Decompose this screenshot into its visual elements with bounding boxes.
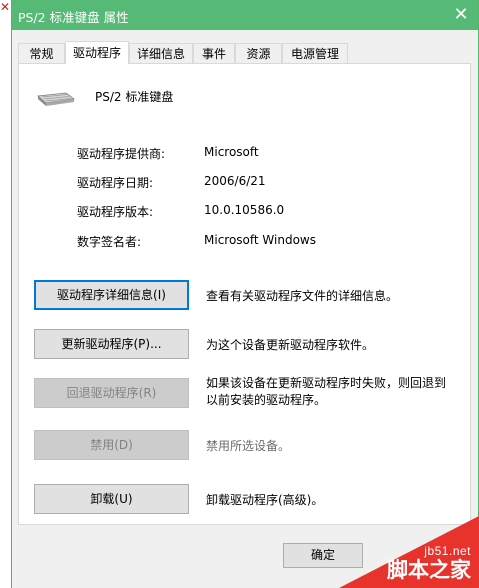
tab-power-management[interactable]: 电源管理 [282,43,348,63]
rollback-driver-button: 回退驱动程序(R) [34,378,189,408]
window-title: PS/2 标准键盘 属性 [18,10,129,25]
date-value: 2006/6/21 [204,174,266,188]
tab-events[interactable]: 事件 [193,43,235,63]
version-value: 10.0.10586.0 [204,203,285,217]
title-bar[interactable]: PS/2 标准键盘 属性 ✕ [12,0,478,30]
tab-general[interactable]: 常规 [18,43,65,63]
tab-resources[interactable]: 资源 [235,43,282,63]
close-icon: ✕ [453,4,469,25]
background-close-icon: ✕ [0,0,11,14]
close-button[interactable]: ✕ [444,0,478,30]
properties-dialog: PS/2 标准键盘 属性 ✕ 常规 驱动程序 详细信息 事件 资源 电源管理 P… [11,0,479,588]
update-driver-description: 为这个设备更新驱动程序软件。 [206,338,375,352]
driver-details-button[interactable]: 驱动程序详细信息(I) [34,280,189,310]
signer-label: 数字签名者: [77,235,142,249]
driver-tab-panel: PS/2 标准键盘 驱动程序提供商: Microsoft 驱动程序日期: 200… [18,63,471,525]
site-watermark: jb51.net 脚本之家 [339,516,479,588]
keyboard-icon [37,92,76,106]
tab-details[interactable]: 详细信息 [129,43,193,63]
tab-driver[interactable]: 驱动程序 [65,41,129,64]
version-label: 驱动程序版本: [77,205,154,219]
rollback-driver-description: 如果该设备在更新驱动程序时失败，则回退到 以前安装的驱动程序。 [206,375,446,409]
device-name: PS/2 标准键盘 [95,90,174,104]
uninstall-driver-description: 卸载驱动程序(高级)。 [206,493,324,507]
update-driver-button[interactable]: 更新驱动程序(P)... [34,329,189,359]
provider-value: Microsoft [204,145,259,159]
rollback-description-line1: 如果该设备在更新驱动程序时失败，则回退到 [206,376,447,390]
disable-device-description: 禁用所选设备。 [206,439,291,453]
provider-label: 驱动程序提供商: [77,147,166,161]
driver-details-description: 查看有关驱动程序文件的详细信息。 [206,289,399,303]
uninstall-driver-button[interactable]: 卸载(U) [34,484,189,514]
signer-value: Microsoft Windows [204,233,316,247]
watermark-name: 脚本之家 [387,558,471,582]
disable-device-button: 禁用(D) [34,430,189,460]
rollback-description-line2: 以前安装的驱动程序。 [206,393,327,407]
date-label: 驱动程序日期: [77,176,154,190]
